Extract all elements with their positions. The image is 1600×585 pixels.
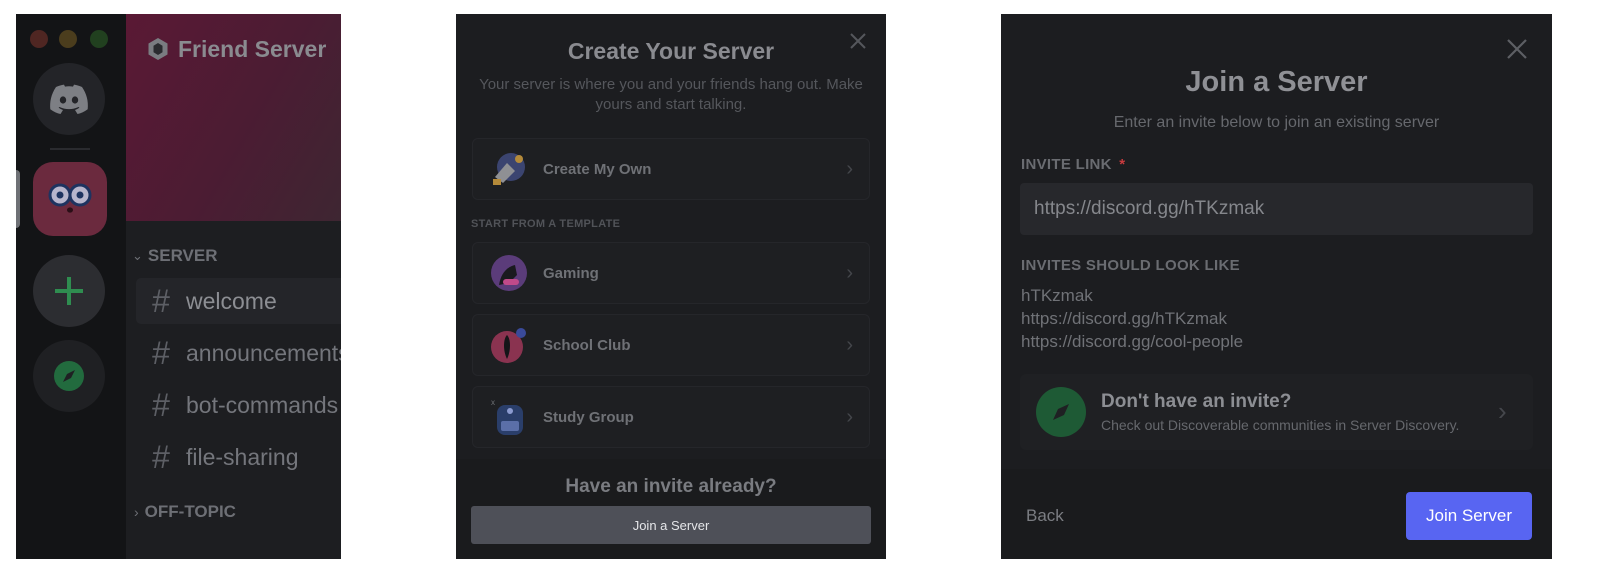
template-school-club-option[interactable]: School Club › — [472, 314, 870, 376]
rail-divider — [50, 148, 90, 150]
template-study-group-option[interactable]: x Study Group › — [472, 386, 870, 448]
chevron-right-icon: › — [846, 157, 853, 180]
channel-name: welcome — [186, 287, 277, 314]
active-server-pill — [16, 170, 20, 228]
add-server-button[interactable] — [33, 255, 105, 327]
create-my-own-option[interactable]: Create My Own › — [472, 138, 870, 200]
invite-example: https://discord.gg/hTKzmak — [1021, 309, 1227, 328]
server-discovery-card[interactable]: Don't have an invite? Check out Discover… — [1020, 374, 1533, 450]
server-rail — [16, 14, 126, 559]
join-server-modal: Join a Server Enter an invite below to j… — [1001, 14, 1552, 559]
category-server[interactable]: ⌄ SERVER — [132, 246, 218, 266]
explore-servers-button[interactable] — [33, 340, 105, 412]
chevron-right-icon: › — [846, 333, 853, 356]
school-club-template-icon — [491, 328, 526, 363]
category-off-topic[interactable]: › OFF-TOPIC — [134, 502, 236, 522]
chevron-right-icon: › — [1498, 396, 1507, 426]
modal-subtitle: Enter an invite below to join an existin… — [1113, 114, 1440, 131]
hashtag-icon: # — [152, 334, 170, 371]
explore-compass-icon — [54, 361, 84, 391]
discord-app-window: Friend Server ⌄ SERVER # welcome # annou… — [16, 14, 341, 559]
channel-welcome[interactable]: # welcome — [136, 278, 341, 324]
modal-subtitle: Your server is where you and your friend… — [479, 76, 863, 113]
template-heading: START FROM A TEMPLATE — [471, 218, 621, 230]
close-icon[interactable] — [1506, 38, 1528, 60]
add-server-icon — [55, 277, 83, 305]
back-button[interactable]: Back — [1026, 506, 1064, 526]
invite-example: hTKzmak — [1021, 286, 1093, 305]
server-name[interactable]: Friend Server — [178, 36, 326, 63]
option-label: Gaming — [543, 264, 599, 282]
invite-link-label: INVITE LINK * — [1021, 156, 1125, 173]
invite-link-label-text: INVITE LINK — [1021, 156, 1112, 173]
server-avatar-icon — [48, 183, 92, 213]
window-maximize-button[interactable] — [90, 30, 108, 48]
option-label: Study Group — [543, 408, 634, 426]
svg-text:x: x — [491, 398, 495, 407]
required-asterisk: * — [1119, 156, 1126, 173]
modal-title: Join a Server — [1185, 66, 1368, 98]
channel-name: file-sharing — [186, 443, 299, 470]
template-gaming-option[interactable]: Gaming › — [472, 242, 870, 304]
server-boost-badge-icon — [148, 38, 168, 60]
join-a-server-button[interactable]: Join a Server — [471, 506, 871, 544]
discord-home-button[interactable] — [33, 63, 105, 135]
server-avatar-button[interactable] — [33, 162, 107, 236]
discord-home-icon — [50, 84, 88, 114]
chevron-right-icon: › — [134, 504, 139, 520]
create-server-modal: Create Your Server Your server is where … — [456, 14, 886, 559]
hashtag-icon: # — [152, 282, 170, 319]
channel-sidebar: Friend Server ⌄ SERVER # welcome # annou… — [126, 14, 341, 559]
create-my-own-icon — [493, 153, 525, 185]
invite-link-input[interactable] — [1020, 183, 1533, 235]
chevron-right-icon: › — [846, 405, 853, 428]
study-group-template-icon: x — [491, 398, 523, 435]
category-label: SERVER — [147, 246, 218, 265]
category-label: OFF-TOPIC — [144, 502, 236, 521]
chevron-down-icon: ⌄ — [132, 248, 143, 263]
channel-bot-commands[interactable]: # bot-commands — [136, 382, 341, 428]
channel-file-sharing[interactable]: # file-sharing — [136, 434, 341, 480]
discover-subtitle: Check out Discoverable communities in Se… — [1101, 417, 1460, 433]
option-label: School Club — [543, 336, 631, 354]
discover-title: Don't have an invite? — [1101, 391, 1292, 412]
window-close-button[interactable] — [30, 30, 48, 48]
option-label: Create My Own — [543, 160, 652, 178]
invite-prompt: Have an invite already? — [565, 476, 777, 497]
channel-announcements[interactable]: # announcements — [136, 330, 341, 376]
modal-title: Create Your Server — [567, 38, 775, 64]
gaming-template-icon — [491, 255, 527, 291]
hashtag-icon: # — [152, 386, 170, 423]
examples-label: INVITES SHOULD LOOK LIKE — [1021, 257, 1240, 274]
channel-name: bot-commands — [186, 391, 339, 418]
compass-icon — [1036, 387, 1086, 437]
hashtag-icon: # — [152, 438, 170, 475]
chevron-right-icon: › — [846, 261, 853, 284]
window-minimize-button[interactable] — [59, 30, 77, 48]
join-server-button[interactable]: Join Server — [1406, 492, 1532, 540]
invite-example: https://discord.gg/cool-people — [1021, 332, 1244, 351]
channel-name: announcements — [186, 339, 341, 366]
